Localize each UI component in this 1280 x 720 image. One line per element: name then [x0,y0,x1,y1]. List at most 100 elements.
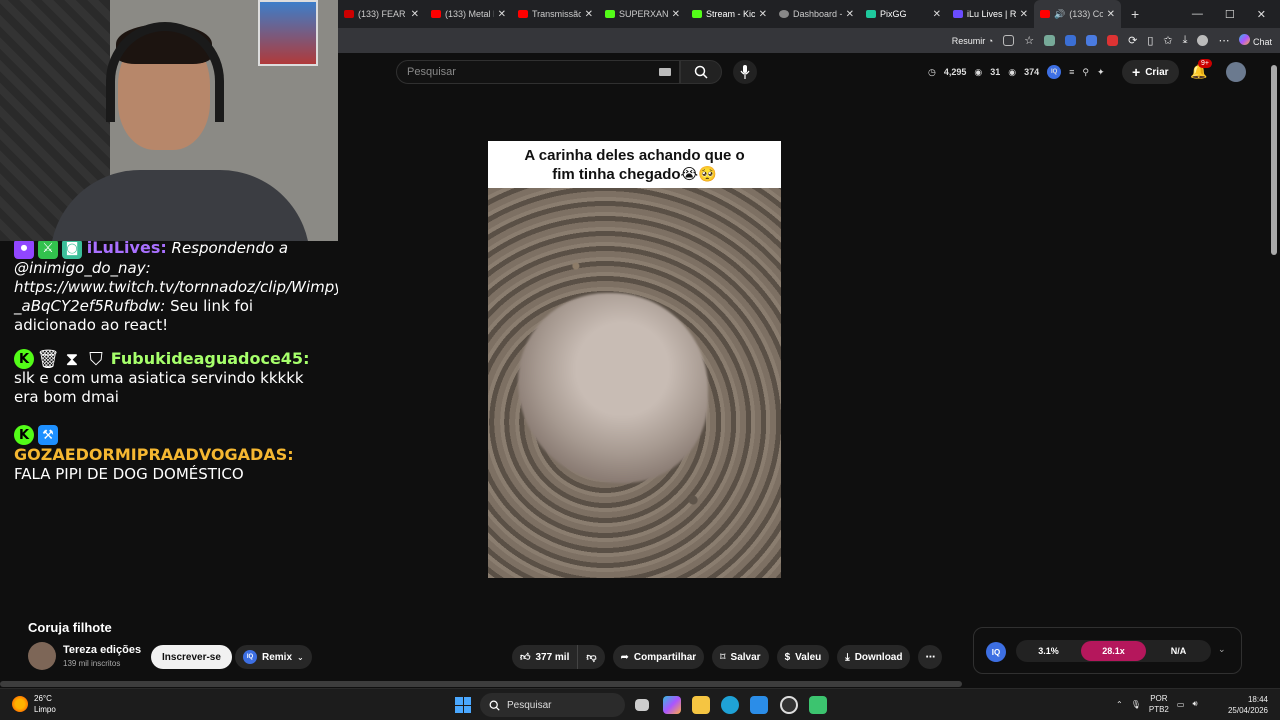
channel-avatar[interactable] [28,642,56,670]
taskbar-search[interactable]: Pesquisar [480,693,625,717]
split-icon[interactable]: ▯ [1147,34,1153,47]
browser-tab[interactable]: (133) FEAR TH ✕ [338,0,425,28]
voice-search-button[interactable] [733,60,757,84]
plus-icon: + [1132,64,1141,80]
microphone-icon[interactable]: 🎙︎ [1131,700,1141,709]
weather-widget[interactable]: 26°C Limpo [12,693,56,715]
tab-label: SUPERXANDÃ [619,9,668,19]
browser-tab[interactable]: Stream - Kick ✕ [686,0,773,28]
trash-icon: 🗑 [36,348,60,370]
kick-icon: K [14,425,34,445]
stat-eye2: 374 [1024,67,1040,77]
close-icon[interactable]: ✕ [846,9,854,20]
iq-stat-right: N/A [1170,646,1187,656]
resumir-button[interactable]: Resumir ◔ [952,36,993,46]
task-view-icon[interactable] [635,699,649,711]
close-icon[interactable]: ✕ [672,9,680,20]
browser-tab[interactable]: (133) Metal In ✕ [425,0,512,28]
list-icon[interactable]: ≡ [1069,67,1074,77]
close-icon[interactable]: ✕ [585,9,593,20]
close-window-button[interactable]: ✕ [1257,8,1266,21]
menu-icon[interactable]: ⋯ [1218,34,1229,47]
download-icon[interactable]: ⤓ [1183,34,1188,47]
subscribe-button[interactable]: Inscrever-se [151,645,232,669]
pdf-icon[interactable] [1107,35,1119,46]
system-clock[interactable]: 18:44 25/04/2026 [1226,694,1268,716]
language-indicator[interactable]: POR PTB2 [1149,693,1169,715]
chevron-up-icon[interactable]: ⌃ [1116,700,1123,709]
download-icon: ⤓ [845,651,850,663]
kick-icon: K [14,349,34,369]
network-icon[interactable]: ▭ [1177,700,1185,709]
copilot-chat-button[interactable]: Chat [1239,34,1272,47]
clock-icon: ◷ [928,66,936,77]
language: POR [1150,694,1168,703]
account-avatar[interactable] [1226,62,1246,82]
dislike-button[interactable]: 👎︎ [578,645,605,669]
channel-name[interactable]: Tereza edições [63,644,141,656]
sparkle-icon[interactable]: ✦ [1097,67,1105,78]
chat-message: K ⚒ GOZAEDORMIPRAADVOGADAS: FALA PIPI DE… [14,425,324,484]
share-icon: ➦ [620,651,629,663]
star-icon[interactable]: ☆ [1024,34,1034,47]
close-icon[interactable]: ✕ [498,9,506,20]
search-input[interactable]: Pesquisar [396,60,680,84]
chat-text: FALA PIPI DE DOG DOMÉSTICO [14,465,244,483]
iq-icon[interactable]: IQ [1047,65,1062,79]
page-scrollbar[interactable] [1268,53,1280,690]
puzzle-icon[interactable]: ⟳ [1128,34,1137,47]
app-icon[interactable] [809,696,827,714]
browser-tab[interactable]: Transmissão a ✕ [512,0,599,28]
volume-icon[interactable]: 🔊︎ [1192,699,1197,709]
download-button[interactable]: ⤓ Download [837,645,911,669]
obs-icon[interactable] [780,696,798,714]
extension-icon[interactable] [1044,35,1056,46]
browser-tab[interactable]: SUPERXANDÃ ✕ [599,0,686,28]
browser-tab[interactable]: PixGG ✕ [860,0,947,28]
browser-tab-active[interactable]: 🔊 (133) Co ✕ [1034,0,1121,28]
kick-icon [605,10,615,18]
save-button[interactable]: ⌑ Salvar [712,645,769,669]
iq-icon[interactable]: IQ [986,642,1006,662]
copilot-icon[interactable] [663,696,681,714]
new-tab-button[interactable]: + [1131,6,1139,22]
file-explorer-icon[interactable] [692,696,710,714]
close-icon[interactable]: ✕ [759,9,767,20]
windows-start-icon[interactable] [455,697,471,713]
close-icon[interactable]: ✕ [1020,9,1028,20]
translate-icon[interactable] [1086,35,1098,46]
create-button[interactable]: + Criar [1122,60,1179,84]
video-player[interactable]: A carinha deles achando que o fim tinha … [488,141,781,578]
photos-icon[interactable] [750,696,768,714]
search-button[interactable] [680,60,722,84]
more-actions-button[interactable]: ⋯ [918,645,943,669]
minimize-button[interactable]: — [1192,8,1203,21]
maximize-button[interactable]: ☐ [1225,8,1235,21]
close-icon[interactable]: ✕ [1107,9,1115,20]
share-button[interactable]: ➦ Compartilhar [612,645,705,669]
video-title: Coruja filhote [28,620,112,635]
browser-tab[interactable]: iLu Lives | Rea ✕ [947,0,1034,28]
trophy-icon[interactable]: ⚲ [1082,67,1089,78]
scrollbar-thumb[interactable] [1271,65,1277,255]
profile-icon[interactable] [1197,35,1209,46]
keyboard-icon[interactable] [659,68,671,76]
close-icon[interactable]: ✕ [411,9,419,20]
horizontal-scrollbar[interactable] [0,681,962,687]
browser-tab-bar: (133) FEAR TH ✕ (133) Metal In ✕ Transmiss… [338,0,1280,28]
edge-icon[interactable] [721,696,739,714]
remix-button[interactable]: IQ Remix ⌄ [235,645,312,669]
chat-label: Chat [1252,37,1272,47]
browser-tab[interactable]: Dashboard - L ✕ [773,0,860,28]
valeu-button[interactable]: $ Valeu [776,645,830,669]
reader-icon[interactable] [1003,35,1015,46]
favorites-icon[interactable]: ✩ [1163,34,1172,47]
tab-label: (133) Co [1069,9,1103,19]
subscriber-count: 139 mil inscritos [63,659,121,668]
speaker-icon[interactable]: 🔊 [1054,9,1065,20]
iq-stats-bar: 3.1% 28.1x N/A [1016,640,1211,662]
close-icon[interactable]: ✕ [933,9,941,20]
shield-extension-icon[interactable] [1065,35,1077,46]
chevron-down-icon[interactable]: ⌄ [1218,644,1226,655]
like-button[interactable]: 👍︎ 377 mil [512,645,579,669]
